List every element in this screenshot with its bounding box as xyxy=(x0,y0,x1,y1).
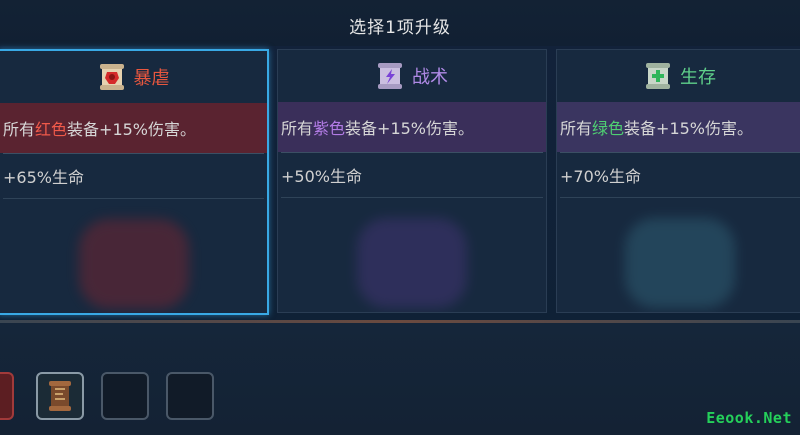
title-bar: 选择1项升级 xyxy=(0,0,800,48)
card-description: 所有 绿色 装备+15%伤害。 xyxy=(557,102,800,152)
inventory-slot[interactable] xyxy=(166,372,214,420)
color-keyword: 红色 xyxy=(35,120,68,139)
card-description: 所有 紫色 装备+15%伤害。 xyxy=(278,102,546,152)
card-stat: +65%生命 xyxy=(3,168,84,187)
scroll-item-icon xyxy=(49,381,71,411)
card-title: 生存 xyxy=(680,67,716,88)
upgrade-card-survival[interactable]: 生存 所有 绿色 装备+15%伤害。 +70%生命 xyxy=(556,49,800,313)
card-artwork xyxy=(278,198,546,308)
inventory-bar: Eeook.Net xyxy=(0,323,800,435)
upgrade-card-tactics[interactable]: 战术 所有 紫色 装备+15%伤害。 +50%生命 xyxy=(277,49,547,313)
card-artwork xyxy=(0,199,267,309)
card-header: 战术 xyxy=(278,50,546,102)
upgrade-card-brutality[interactable]: 暴虐 所有 红色 装备+15%伤害。 +65%生命 xyxy=(0,49,269,315)
inventory-slot[interactable] xyxy=(36,372,84,420)
page-title: 选择1项升级 xyxy=(349,18,451,38)
red-scroll-icon xyxy=(99,64,124,90)
card-stat: +70%生命 xyxy=(560,167,641,186)
card-description: 所有 红色 装备+15%伤害。 xyxy=(0,103,267,153)
card-stat: +50%生命 xyxy=(281,167,362,186)
card-artwork xyxy=(557,198,800,308)
card-title: 暴虐 xyxy=(133,68,170,89)
card-title: 战术 xyxy=(412,67,448,88)
card-header: 生存 xyxy=(557,50,800,102)
color-keyword: 紫色 xyxy=(313,119,346,138)
watermark: Eeook.Net xyxy=(706,409,792,427)
inventory-slot[interactable] xyxy=(101,372,149,420)
card-header: 暴虐 xyxy=(0,51,267,103)
green-scroll-icon xyxy=(646,63,670,89)
upgrade-card-area: 暴虐 所有 红色 装备+15%伤害。 +65%生命 战术 所有 紫色 装备+15%伤害。… xyxy=(0,46,800,320)
color-keyword: 绿色 xyxy=(592,119,625,138)
inventory-slot-partial[interactable] xyxy=(0,372,14,420)
purple-scroll-icon xyxy=(378,63,402,89)
